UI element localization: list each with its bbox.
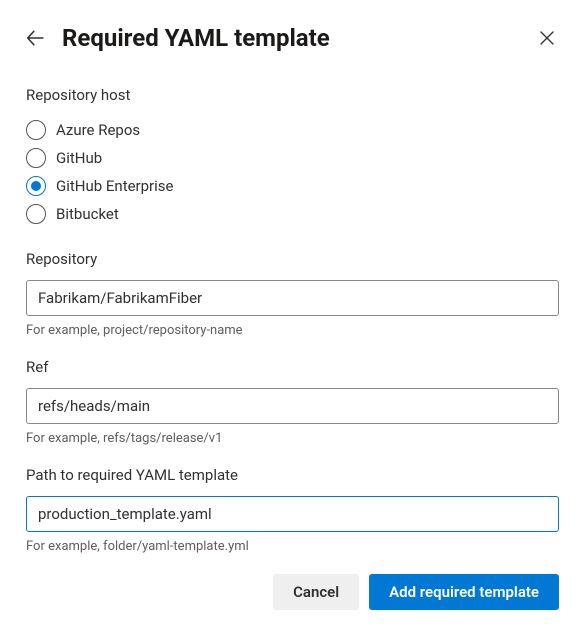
radio-circle-icon bbox=[26, 148, 46, 168]
path-section: Path to required YAML template For examp… bbox=[26, 466, 559, 554]
radio-github-enterprise[interactable]: GitHub Enterprise bbox=[26, 172, 559, 200]
radio-label: Bitbucket bbox=[56, 205, 119, 223]
radio-dot-icon bbox=[31, 181, 41, 191]
radio-label: Azure Repos bbox=[56, 121, 140, 139]
radio-circle-icon bbox=[26, 204, 46, 224]
cancel-button[interactable]: Cancel bbox=[273, 574, 359, 610]
radio-circle-icon bbox=[26, 120, 46, 140]
radio-circle-selected-icon bbox=[26, 176, 46, 196]
radio-label: GitHub Enterprise bbox=[56, 177, 174, 195]
ref-label: Ref bbox=[26, 358, 559, 376]
repository-input[interactable] bbox=[26, 280, 559, 316]
dialog-title: Required YAML template bbox=[62, 24, 535, 52]
repository-host-radio-group: Azure Repos GitHub GitHub Enterprise Bit… bbox=[26, 116, 559, 228]
dialog-header: Required YAML template bbox=[26, 24, 559, 52]
repository-host-section: Repository host Azure Repos GitHub GitHu… bbox=[26, 86, 559, 228]
repository-label: Repository bbox=[26, 250, 559, 268]
path-input[interactable] bbox=[26, 496, 559, 532]
repository-help-text: For example, project/repository-name bbox=[26, 323, 559, 338]
path-help-text: For example, folder/yaml-template.yml bbox=[26, 539, 559, 554]
ref-input[interactable] bbox=[26, 388, 559, 424]
dialog-button-row: Cancel Add required template bbox=[26, 574, 559, 610]
radio-bitbucket[interactable]: Bitbucket bbox=[26, 200, 559, 228]
repository-section: Repository For example, project/reposito… bbox=[26, 250, 559, 338]
path-label: Path to required YAML template bbox=[26, 466, 559, 484]
ref-section: Ref For example, refs/tags/release/v1 bbox=[26, 358, 559, 446]
radio-label: GitHub bbox=[56, 149, 102, 167]
add-required-template-button[interactable]: Add required template bbox=[369, 574, 559, 610]
back-arrow-icon[interactable] bbox=[26, 29, 44, 47]
ref-help-text: For example, refs/tags/release/v1 bbox=[26, 431, 559, 446]
close-icon[interactable] bbox=[535, 26, 559, 50]
repository-host-label: Repository host bbox=[26, 86, 559, 104]
radio-azure-repos[interactable]: Azure Repos bbox=[26, 116, 559, 144]
radio-github[interactable]: GitHub bbox=[26, 144, 559, 172]
